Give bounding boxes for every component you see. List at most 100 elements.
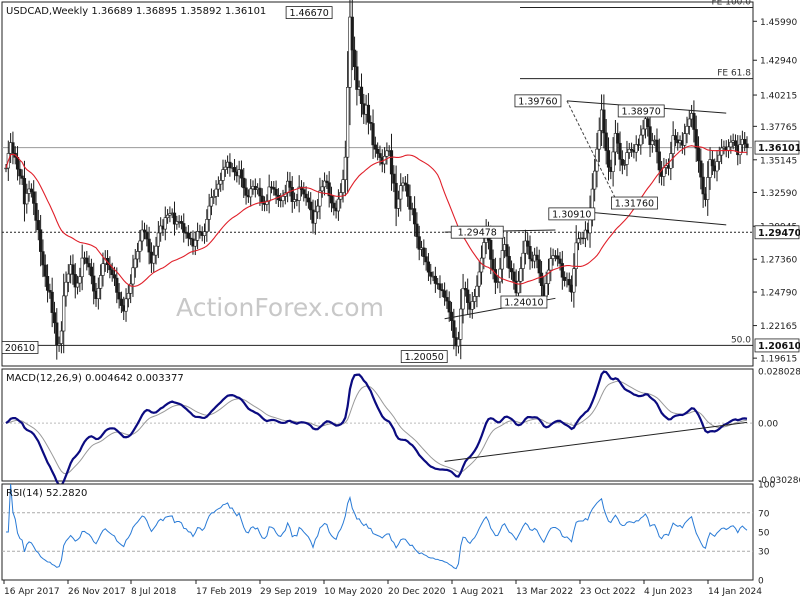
price-y-tick-9: 1.22165 — [760, 322, 797, 332]
candle-body-29 — [71, 264, 75, 275]
candle-body-175 — [408, 196, 412, 210]
candle-body-263 — [611, 151, 615, 172]
candle-body-32 — [78, 276, 82, 284]
candle-body-162 — [378, 153, 382, 158]
candle-body-18 — [45, 276, 50, 291]
candle-body-14 — [36, 220, 40, 231]
candle-body-106 — [249, 188, 253, 198]
candle-body-261 — [606, 150, 611, 168]
x-tick-label-3: 17 Feb 2019 — [196, 587, 252, 597]
x-tick-label-7: 1 Aug 2021 — [452, 587, 504, 597]
candle-body-295 — [685, 125, 689, 134]
candle-body-87 — [205, 219, 209, 232]
rsi-y-tick-1: 70 — [758, 509, 770, 519]
candle-body-314 — [729, 141, 733, 148]
macd-panel: 0.0280280.00-0.030286MACD(12,26,9) 0.004… — [1, 367, 800, 487]
watermark: ActionForex.com — [176, 293, 384, 322]
candle-body-31 — [75, 282, 80, 288]
candle-body-99 — [232, 167, 237, 173]
price-y-tick-5: 1.32590 — [760, 189, 797, 199]
candle-body-313 — [726, 146, 731, 151]
x-tick-label-8: 13 Mar 2022 — [516, 587, 573, 597]
candle-body-61 — [145, 231, 149, 240]
candle-body-35 — [85, 257, 89, 264]
candle-body-296 — [687, 118, 691, 127]
candle-body-91 — [214, 188, 218, 197]
candle-body-157 — [366, 104, 371, 123]
candle-body-47 — [112, 274, 117, 279]
candle-body-193 — [449, 311, 454, 321]
candle-body-24 — [59, 330, 64, 344]
candle-body-36 — [87, 263, 91, 268]
candle-body-53 — [126, 293, 130, 300]
candle-body-52 — [124, 298, 128, 312]
x-axis: 16 Apr 2017 26 Nov 2017 8 Jul 2018 17 Feb 2… — [3, 580, 762, 597]
candle-body-150 — [350, 16, 354, 51]
price-label-1: 1.39760 — [518, 96, 557, 107]
x-tick-label-9: 23 Oct 2022 — [580, 587, 636, 597]
candle-body-131 — [306, 197, 311, 203]
candle-body-117 — [274, 188, 278, 196]
candle-body-92 — [216, 183, 220, 190]
candle-body-65 — [154, 245, 158, 256]
candle-body-142 — [332, 202, 336, 209]
rsi-y-tick-2: 50 — [758, 529, 770, 539]
candle-body-129 — [302, 189, 306, 195]
price-label-7: 1.20050 — [405, 352, 444, 363]
candle-body-147 — [343, 156, 347, 180]
rsi-y-tick-4: 0 — [758, 577, 764, 587]
candle-body-269 — [625, 152, 629, 165]
price-y-tick-7: 1.27360 — [760, 256, 797, 266]
price-y-tick-2: 1.40215 — [760, 92, 797, 102]
candle-body-306 — [710, 159, 714, 167]
macd-panel-frame — [1, 368, 754, 482]
x-tick-label-1: 26 Nov 2017 — [68, 587, 126, 597]
candle-body-198 — [461, 288, 465, 310]
level-label-1: FE 61.8 — [717, 69, 751, 79]
candle-body-152 — [355, 66, 359, 90]
price-panel: ActionForex.com FE 100.0 FE 61.8 50.0 1.4667… — [1, 0, 800, 367]
rsi-title: RSI(14) 52.2820 — [6, 488, 87, 499]
candle-body-69 — [163, 217, 167, 230]
candle-body-192 — [447, 300, 451, 313]
candle-body-240 — [558, 258, 562, 264]
candle-body-194 — [452, 320, 456, 338]
price-y-tick-4: 1.35145 — [760, 156, 797, 166]
candle-body-316 — [733, 140, 738, 146]
candle-body-123 — [288, 180, 292, 188]
candle-body-86 — [202, 231, 207, 236]
candle-body-167 — [389, 150, 394, 175]
candle-body-114 — [267, 186, 271, 202]
candle-body-103 — [242, 177, 246, 189]
candle-body-93 — [219, 180, 223, 185]
candle-body-58 — [138, 240, 142, 252]
candle-body-219 — [509, 268, 514, 273]
price-label-3: 1.31760 — [615, 199, 654, 210]
candle-body-48 — [115, 277, 119, 293]
candle-body-179 — [417, 236, 421, 250]
candle-body-77 — [182, 223, 186, 233]
candle-body-210 — [489, 240, 493, 260]
candle-body-104 — [244, 187, 248, 196]
candle-body-218 — [507, 255, 511, 269]
candle-body-282 — [655, 139, 659, 153]
macd-y-tick-1: 0.00 — [758, 420, 778, 430]
candle-body-308 — [715, 161, 719, 172]
candle-body-244 — [567, 279, 571, 286]
candle-body-280 — [650, 140, 654, 145]
candle-body-66 — [156, 232, 160, 247]
candle-body-38 — [92, 275, 96, 292]
candle-body-151 — [352, 49, 357, 68]
candle-body-26 — [64, 281, 68, 297]
candle-body-50 — [119, 298, 124, 306]
candle-body-278 — [646, 118, 650, 127]
candle-body-222 — [516, 281, 521, 294]
candle-body-231 — [537, 259, 541, 274]
level-label-2: 50.0 — [731, 335, 751, 345]
candle-body-12 — [32, 191, 36, 204]
candle-body-196 — [456, 339, 461, 347]
candle-body-7 — [20, 175, 24, 179]
candle-body-310 — [720, 147, 724, 156]
candle-body-83 — [195, 231, 200, 241]
level-label-0: FE 100.0 — [712, 0, 752, 7]
